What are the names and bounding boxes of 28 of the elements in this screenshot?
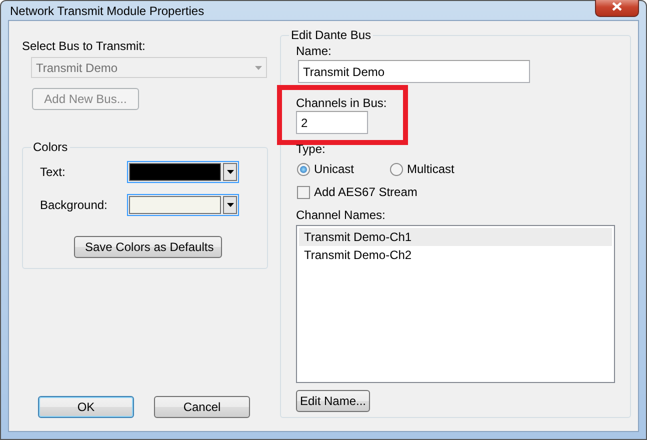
field-label: Channels in Bus: (296, 96, 387, 110)
window-title: Network Transmit Module Properties (9, 4, 204, 18)
save-colors-button[interactable]: Save Colors as Defaults (74, 236, 222, 258)
edit-name-button[interactable]: Edit Name... (296, 390, 370, 412)
caret-icon (255, 66, 262, 70)
close-icon (612, 2, 622, 11)
field-label: Select Bus to Transmit: (22, 39, 146, 53)
channels-field[interactable]: 2 (296, 111, 368, 134)
color-picker[interactable] (127, 194, 239, 216)
aes67-checkbox[interactable]: Add AES67 Stream (297, 185, 615, 199)
group-title: Colors (32, 140, 69, 154)
color-picker[interactable] (127, 161, 239, 183)
radio-option[interactable]: Multicast (390, 162, 454, 176)
field-label: Text: (39, 165, 66, 179)
group-title: Edit Dante Bus (290, 28, 372, 42)
caret-icon (226, 170, 234, 174)
name-field[interactable]: Transmit Demo (298, 60, 530, 83)
field-label: Channel Names: (296, 208, 386, 222)
field-label: Background: (39, 198, 108, 212)
field-label: Name: (296, 44, 332, 58)
caret-icon (226, 203, 234, 207)
field-label: Type: (296, 142, 326, 156)
list-item[interactable]: Transmit Demo-Ch2 (299, 246, 612, 264)
dialog-button[interactable]: Cancel (154, 396, 250, 418)
list-item[interactable]: Transmit Demo-Ch1 (299, 228, 612, 246)
radio-option[interactable]: Unicast (297, 162, 354, 176)
dialog-button[interactable]: OK (38, 396, 134, 418)
close-button[interactable] (595, 0, 639, 16)
